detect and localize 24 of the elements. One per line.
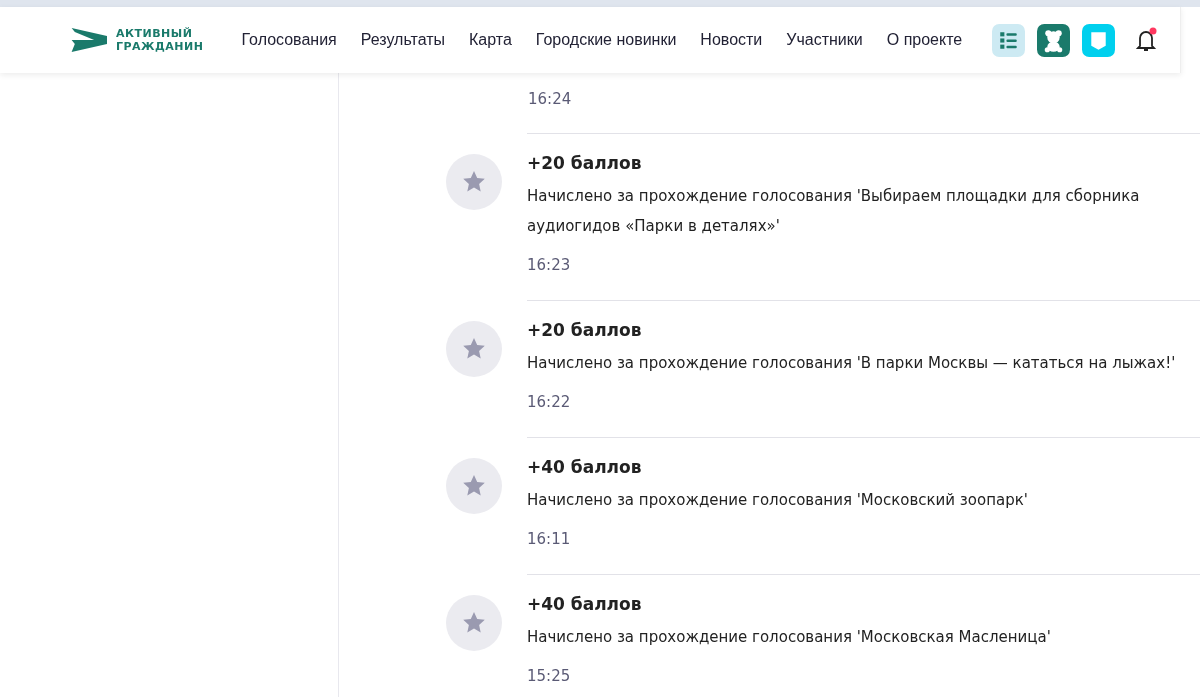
points-title: +20 баллов bbox=[527, 319, 643, 342]
entry-description: Начислено за прохождение голосования 'Выбираем площадки для сборника аудиогидов «Парки в деталях»' bbox=[527, 186, 1141, 237]
entry-time: 16:22 bbox=[527, 392, 571, 412]
bear-icon[interactable] bbox=[1037, 23, 1071, 57]
logo-text[interactable]: АКТИВНЫЙ ГРАЖДАНИН bbox=[116, 27, 204, 53]
entry-time: 16:23 bbox=[527, 255, 571, 275]
nav-link[interactable]: Голосования bbox=[241, 31, 337, 49]
entry-time: 16:24 bbox=[528, 89, 572, 109]
entry-time: 15:25 bbox=[527, 666, 571, 686]
list-icon[interactable] bbox=[992, 23, 1026, 57]
logo-icon[interactable] bbox=[70, 26, 107, 54]
nav-link[interactable]: Результаты bbox=[360, 31, 446, 49]
nav-link[interactable]: Новости bbox=[700, 31, 763, 49]
points-title: +20 баллов bbox=[527, 152, 643, 175]
entry-description: Начислено за прохождение голосования 'Московский зоопарк' bbox=[527, 490, 1029, 511]
points-title: +40 баллов bbox=[527, 593, 643, 616]
nav-link[interactable]: Участники bbox=[786, 31, 863, 49]
entry-description: Начислено за прохождение голосования 'Московская Масленица' bbox=[527, 627, 1052, 648]
nav-link[interactable]: Городские новинки bbox=[535, 31, 677, 49]
entry-time: 16:11 bbox=[527, 529, 571, 549]
nav-link[interactable]: О проекте bbox=[886, 31, 963, 49]
points-title: +40 баллов bbox=[527, 456, 643, 479]
nav-link[interactable]: Карта bbox=[469, 31, 512, 49]
entry-description: Начислено за прохождение голосования 'В парки Москвы — кататься на лыжах!' bbox=[527, 353, 1177, 374]
